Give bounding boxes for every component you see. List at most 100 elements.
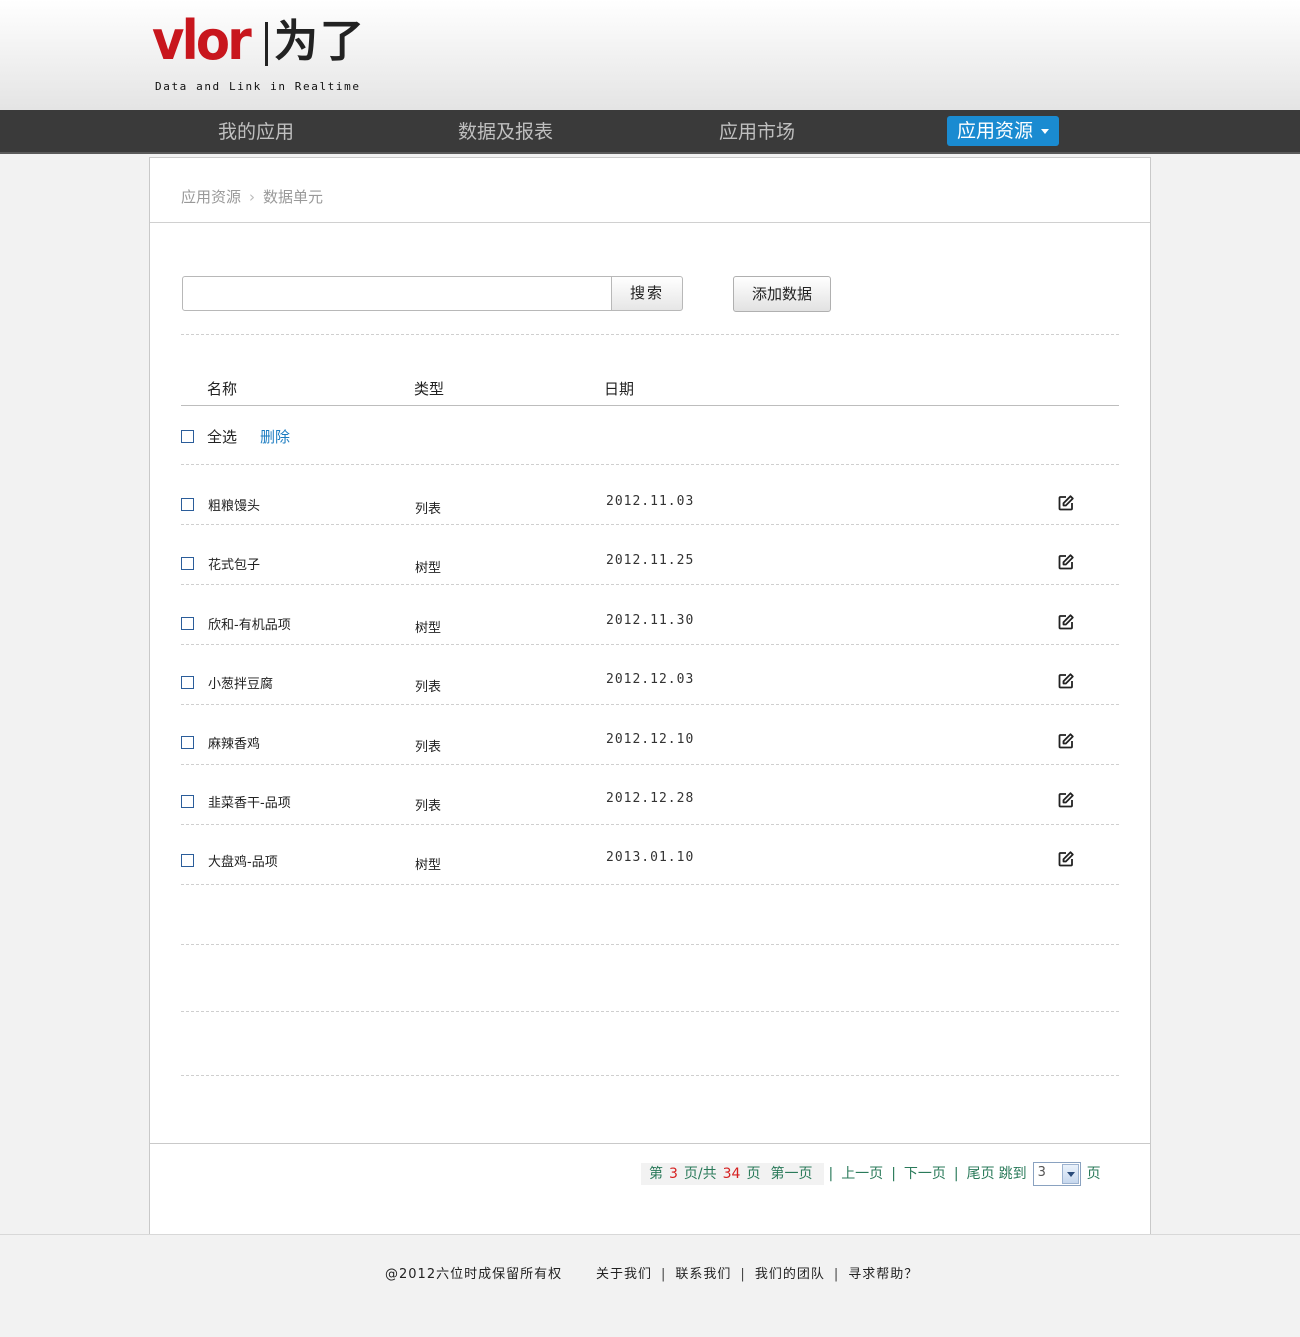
pager-last-link[interactable]: 尾页 (967, 1166, 995, 1182)
row-date: 2013.01.10 (606, 850, 695, 865)
nav-item-app-resources[interactable]: 应用资源 (947, 116, 1060, 146)
select-all-label[interactable]: 全选 (207, 426, 237, 447)
edit-icon[interactable] (1057, 791, 1075, 809)
edit-icon[interactable] (1057, 553, 1075, 571)
row-date: 2012.11.03 (606, 494, 695, 509)
row-checkbox[interactable] (181, 736, 194, 749)
column-header-name: 名称 (207, 380, 238, 398)
select-all-checkbox[interactable] (181, 430, 194, 443)
divider (181, 584, 1119, 585)
breadcrumb: 应用资源 › 数据单元 (181, 186, 323, 207)
table-row: 花式包子 树型 2012.11.25 (150, 539, 1150, 599)
row-name[interactable]: 大盘鸡-品项 (208, 851, 278, 870)
delete-link[interactable]: 删除 (260, 426, 290, 447)
row-name[interactable]: 欣和-有机品项 (208, 614, 291, 633)
column-header-type: 类型 (414, 380, 445, 398)
nav-item-data-reports[interactable]: 数据及报表 (458, 110, 553, 154)
pagination: 第 3 页/共 34 页第一页 | 上一页 | 下一页 | 尾页 跳到 3 页 (641, 1162, 1101, 1186)
row-type: 树型 (415, 858, 442, 873)
row-name[interactable]: 韭菜香干-品项 (208, 792, 291, 811)
divider (181, 704, 1119, 705)
divider (181, 824, 1119, 825)
row-name[interactable]: 小葱拌豆腐 (208, 673, 273, 692)
row-type: 树型 (415, 561, 442, 576)
pager-separator: | (828, 1166, 834, 1182)
footer-link-help[interactable]: 寻求帮助？ (848, 1267, 918, 1282)
pager-current: 3 (669, 1166, 678, 1182)
pager-first-link[interactable]: 第一页 (770, 1166, 812, 1182)
row-checkbox[interactable] (181, 498, 194, 511)
divider (181, 1075, 1119, 1076)
row-type: 列表 (415, 502, 442, 517)
footer-link-about[interactable]: 关于我们 (596, 1267, 652, 1282)
pagination-info: 第 3 页/共 34 页第一页 (641, 1163, 825, 1185)
row-checkbox[interactable] (181, 557, 194, 570)
table-row: 麻辣香鸡 列表 2012.12.10 (150, 718, 1150, 778)
footer-separator: | (740, 1267, 746, 1282)
pager-next-link[interactable]: 下一页 (904, 1166, 946, 1182)
footer-separator: | (833, 1267, 840, 1282)
pager-prev-link[interactable]: 上一页 (841, 1166, 883, 1182)
row-date: 2012.12.03 (606, 672, 695, 687)
row-date: 2012.11.25 (606, 553, 695, 568)
pager-jump-label: 跳到 (998, 1166, 1027, 1182)
row-checkbox[interactable] (181, 854, 194, 867)
row-checkbox[interactable] (181, 795, 194, 808)
logo-divider (265, 22, 268, 66)
row-date: 2012.11.30 (606, 613, 695, 628)
table-row: 韭菜香干-品项 列表 2012.12.28 (150, 777, 1150, 837)
site-footer: @2012六位时成保留所有权 关于我们 | 联系我们 | 我们的团队 | 寻求帮助？ (0, 1234, 1300, 1337)
divider (181, 884, 1119, 885)
page-jump-value: 3 (1037, 1165, 1046, 1180)
pager-jump-suffix: 页 (1086, 1166, 1101, 1182)
row-name[interactable]: 花式包子 (208, 554, 260, 573)
divider (181, 764, 1119, 765)
row-date: 2012.12.28 (606, 791, 695, 806)
nav-item-app-resources-label: 应用资源 (957, 120, 1034, 142)
divider (150, 1143, 1150, 1144)
nav-item-app-market[interactable]: 应用市场 (719, 110, 795, 154)
edit-icon[interactable] (1057, 732, 1075, 750)
logo[interactable]: vlor 为了 Data and Link in Realtime (152, 9, 372, 98)
footer-link-contact[interactable]: 联系我们 (675, 1267, 731, 1282)
divider (181, 464, 1119, 465)
row-checkbox[interactable] (181, 617, 194, 630)
logo-tagline: Data and Link in Realtime (155, 80, 361, 93)
edit-icon[interactable] (1057, 850, 1075, 868)
edit-icon[interactable] (1057, 672, 1075, 690)
chevron-down-icon[interactable] (1061, 1164, 1079, 1184)
logo-brand-cn: 为了 (274, 16, 366, 67)
table-row: 粗粮馒头 列表 2012.11.03 (150, 480, 1150, 540)
row-name[interactable]: 麻辣香鸡 (208, 733, 260, 752)
logo-brand: vlor (152, 9, 252, 72)
chevron-right-icon: › (249, 188, 256, 206)
column-header-date: 日期 (604, 380, 635, 398)
page-jump-select[interactable]: 3 (1032, 1162, 1081, 1186)
row-name[interactable]: 粗粮馒头 (208, 495, 260, 514)
pager-total: 34 (722, 1166, 741, 1182)
add-data-button[interactable]: 添加数据 (733, 276, 831, 312)
edit-icon[interactable] (1057, 494, 1075, 512)
table-row: 小葱拌豆腐 列表 2012.12.03 (150, 658, 1150, 718)
breadcrumb-parent[interactable]: 应用资源 (181, 188, 241, 206)
row-date: 2012.12.10 (606, 732, 695, 747)
nav-item-my-apps[interactable]: 我的应用 (218, 110, 294, 154)
row-checkbox[interactable] (181, 676, 194, 689)
pager-mid: 页/共 (683, 1166, 717, 1182)
pager-suffix: 页 (746, 1166, 761, 1182)
row-type: 树型 (415, 621, 442, 636)
caret-down-icon (1041, 129, 1050, 134)
edit-icon[interactable] (1057, 613, 1075, 631)
footer-links: 关于我们 | 联系我们 | 我们的团队 | 寻求帮助？ (596, 1263, 918, 1282)
main-nav: 我的应用 数据及报表 应用市场 应用资源 (0, 110, 1300, 154)
table-row: 大盘鸡-品项 树型 2013.01.10 (150, 836, 1150, 896)
search-button[interactable]: 搜索 (611, 276, 683, 311)
breadcrumb-current: 数据单元 (263, 188, 324, 206)
divider (181, 334, 1119, 335)
header-divider (181, 405, 1119, 406)
table-row: 欣和-有机品项 树型 2012.11.30 (150, 599, 1150, 659)
divider (181, 644, 1119, 645)
pager-separator: | (891, 1166, 896, 1182)
search-input[interactable] (182, 276, 612, 311)
footer-link-team[interactable]: 我们的团队 (755, 1267, 825, 1282)
